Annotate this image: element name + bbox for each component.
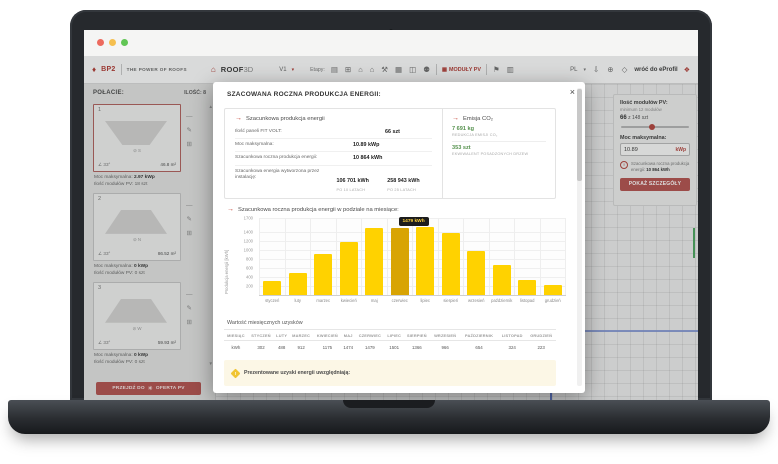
summary-row: Szacunkowa roczna produkcja energii: 10 … bbox=[235, 151, 432, 164]
modal-title: SZACOWANA ROCZNA PRODUKCJA ENERGII: bbox=[227, 91, 381, 98]
chart-plot-area: styczeńlutymarzeckwiecieńmajczerwiec1479… bbox=[259, 218, 566, 296]
x-tick-czerwiec: czerwiec bbox=[388, 298, 413, 303]
chart-tooltip: 1479 kWh bbox=[399, 217, 429, 226]
summary-box: → Szacunkowa produkcja energii Ilość pan… bbox=[224, 108, 556, 199]
trees-caption: EKWIWALENT POSADZONYCH DRZEW bbox=[452, 152, 546, 156]
trees-value: 353 szt bbox=[452, 145, 546, 151]
chart-slot-sierpień: sierpień bbox=[438, 218, 464, 295]
y-tick: 1000 bbox=[244, 247, 253, 252]
bar-czerwiec[interactable] bbox=[391, 228, 409, 295]
co2-reduction-caption: REDUKCJA EMISJI CO₂ bbox=[452, 133, 546, 137]
arrow-right-icon: → bbox=[235, 115, 242, 122]
chart-slot-grudzień: grudzień bbox=[540, 218, 567, 295]
y-tick: 600 bbox=[246, 265, 253, 270]
bar-styczeń[interactable] bbox=[263, 281, 281, 295]
bar-maj[interactable] bbox=[365, 228, 383, 295]
summary-row: Szacunkowa energia wytworzona przez inst… bbox=[235, 165, 432, 195]
zoom-window-dot[interactable] bbox=[121, 39, 128, 46]
chart-slot-styczeń: styczeń bbox=[259, 218, 285, 295]
arrow-right-icon: → bbox=[227, 206, 234, 213]
browser-chrome bbox=[84, 30, 698, 57]
bar-październik[interactable] bbox=[493, 265, 511, 295]
summary-row: Moc maksymalna: 10.89 kWp bbox=[235, 138, 432, 151]
x-tick-styczeń: styczeń bbox=[260, 298, 285, 303]
chart-slot-październik: październik bbox=[489, 218, 515, 295]
minimize-window-dot[interactable] bbox=[109, 39, 116, 46]
co2-box: → Emisja CO₂ 7 691 kg REDUKCJA EMISJI CO… bbox=[443, 109, 555, 198]
y-tick: 1200 bbox=[244, 238, 253, 243]
close-icon[interactable]: × bbox=[570, 87, 575, 97]
bar-kwiecień[interactable] bbox=[340, 242, 358, 295]
bar-wrzesień[interactable] bbox=[467, 251, 485, 295]
bar-lipiec[interactable] bbox=[416, 227, 434, 295]
chart-slot-wrzesień: wrzesień bbox=[463, 218, 489, 295]
laptop-notch bbox=[343, 400, 435, 408]
bar-listopad[interactable] bbox=[518, 280, 536, 295]
y-tick: 400 bbox=[246, 274, 253, 279]
summary-heading: Szacunkowa produkcja energii bbox=[246, 116, 325, 122]
x-tick-luty: luty bbox=[286, 298, 311, 303]
chart-slot-maj: maj bbox=[361, 218, 387, 295]
x-tick-sierpień: sierpień bbox=[439, 298, 464, 303]
chart-y-axis-label: Produkcja energii [kWh] bbox=[224, 224, 229, 294]
footer-note: ! Prezentowane uzyski energii uwzględnia… bbox=[224, 360, 556, 386]
x-tick-grudzień: grudzień bbox=[541, 298, 566, 303]
scrollbar-thumb[interactable] bbox=[577, 89, 582, 181]
chart-slot-lipiec: lipiec bbox=[412, 218, 438, 295]
bar-sierpień[interactable] bbox=[442, 233, 460, 295]
laptop-screen: ♦ BP2 THE POWER OF ROOFS ⌂ ROOF3D V1 ▾ E… bbox=[84, 30, 698, 400]
close-window-dot[interactable] bbox=[97, 39, 104, 46]
arrow-right-icon: → bbox=[452, 115, 459, 122]
x-tick-lipiec: lipiec bbox=[413, 298, 438, 303]
chart-slot-marzec: marzec bbox=[310, 218, 336, 295]
y-tick: 1700 bbox=[244, 216, 253, 221]
chart-slot-luty: luty bbox=[285, 218, 311, 295]
x-tick-listopad: listopad bbox=[515, 298, 540, 303]
chart-slot-listopad: listopad bbox=[514, 218, 540, 295]
x-tick-maj: maj bbox=[362, 298, 387, 303]
y-tick: 1400 bbox=[244, 229, 253, 234]
modal-scrollbar[interactable] bbox=[577, 88, 582, 386]
bar-luty[interactable] bbox=[289, 273, 307, 295]
monthly-values-table: MIESIĄCSTYCZEŃLUTYMARZECKWIECIEŃMAJCZERW… bbox=[224, 329, 556, 354]
chart-slot-kwiecień: kwiecień bbox=[336, 218, 362, 295]
monthly-production-chart: Produkcja energii [kWh] 1700 1400 1200 1000… bbox=[227, 218, 570, 314]
bar-grudzień[interactable] bbox=[544, 285, 562, 295]
summary-row: Ilość paneli FIT VOLT: 66 szt bbox=[235, 126, 432, 138]
co2-heading: Emisja CO₂ bbox=[463, 116, 493, 122]
y-tick: 800 bbox=[246, 256, 253, 261]
y-tick: 200 bbox=[246, 283, 253, 288]
x-tick-wrzesień: wrzesień bbox=[464, 298, 489, 303]
table-title: Wartość miesięcznych uzysków bbox=[227, 320, 303, 326]
x-tick-kwiecień: kwiecień bbox=[337, 298, 362, 303]
chart-heading: Szacunkowa roczna produkcja energii w po… bbox=[238, 207, 399, 213]
energy-production-modal: SZACOWANA ROCZNA PRODUKCJA ENERGII: × → … bbox=[213, 82, 585, 393]
x-tick-marzec: marzec bbox=[311, 298, 336, 303]
x-tick-październik: październik bbox=[490, 298, 515, 303]
co2-reduction-value: 7 691 kg bbox=[452, 126, 546, 132]
chart-slot-czerwiec: czerwiec1479 kWh bbox=[387, 218, 413, 295]
laptop-base bbox=[8, 400, 770, 434]
warning-icon: ! bbox=[231, 368, 241, 378]
chart-y-axis: 1700 1400 1200 1000 800 600 400 200 bbox=[233, 218, 255, 295]
bar-marzec[interactable] bbox=[314, 254, 332, 295]
